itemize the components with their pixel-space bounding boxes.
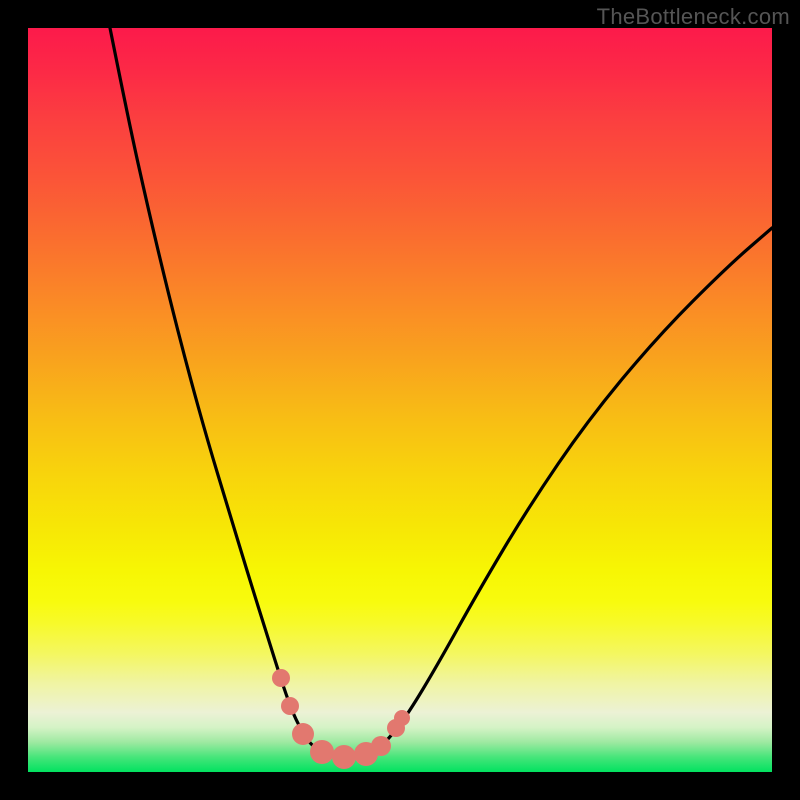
chart-frame: TheBottleneck.com <box>0 0 800 800</box>
curve-marker <box>371 736 391 756</box>
curve-marker <box>394 710 410 726</box>
curve-marker <box>272 669 290 687</box>
bottleneck-curve <box>108 28 772 757</box>
curve-path <box>108 28 772 757</box>
curve-marker <box>281 697 299 715</box>
watermark-text: TheBottleneck.com <box>597 4 790 30</box>
curve-markers <box>272 669 410 769</box>
curve-marker <box>292 723 314 745</box>
curve-layer <box>28 28 772 772</box>
plot-area <box>28 28 772 772</box>
curve-marker <box>310 740 334 764</box>
curve-marker <box>332 745 356 769</box>
